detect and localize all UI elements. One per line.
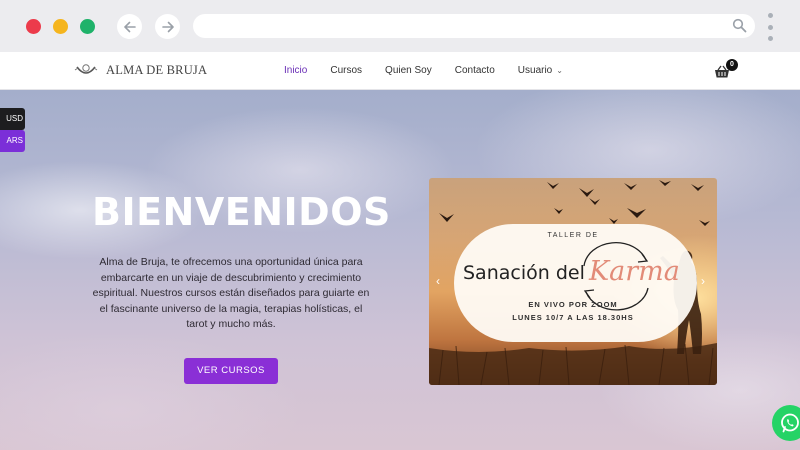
minimize-window-button[interactable] xyxy=(53,19,68,34)
workshop-date: LUNES 10/7 A LAS 18.30HS xyxy=(512,313,634,322)
whatsapp-button[interactable] xyxy=(772,405,800,441)
maximize-window-button[interactable] xyxy=(80,19,95,34)
address-bar[interactable] xyxy=(193,14,755,38)
hero-description: Alma de Bruja, te ofrecemos una oportuni… xyxy=(92,256,370,330)
kebab-menu-icon[interactable] xyxy=(766,13,774,41)
forward-button[interactable] xyxy=(155,14,180,39)
cart-count-badge: 0 xyxy=(726,59,738,71)
browser-chrome xyxy=(0,0,800,52)
promo-slider[interactable]: TALLER DE Sanación del Karma EN VIVO POR… xyxy=(429,178,717,385)
back-button[interactable] xyxy=(117,14,142,39)
back-arrow-icon xyxy=(123,21,136,32)
nav-item-inicio[interactable]: Inicio xyxy=(284,65,307,76)
moon-logo-icon xyxy=(74,64,98,74)
workshop-mode: EN VIVO POR ZOOM xyxy=(528,300,618,309)
currency-ars-button[interactable]: ARS xyxy=(0,130,25,152)
ver-cursos-button[interactable]: VER CURSOS xyxy=(184,358,278,384)
close-window-button[interactable] xyxy=(26,19,41,34)
chevron-down-icon: ⌄ xyxy=(556,66,563,75)
hero-section: USD ARS BIENVENIDOS Alma de Bruja, te of… xyxy=(0,90,800,450)
workshop-title: Sanación del xyxy=(463,262,585,284)
nav-item-cursos[interactable]: Cursos xyxy=(330,65,362,76)
logo-text: ALMA DE BRUJA xyxy=(106,62,208,77)
nav-item-usuario[interactable]: Usuario ⌄ xyxy=(518,65,563,76)
workshop-title-karma: Karma xyxy=(589,256,680,287)
workshop-pretitle: TALLER DE xyxy=(547,232,599,239)
search-icon[interactable] xyxy=(732,18,747,33)
currency-usd-button[interactable]: USD xyxy=(0,108,25,130)
hero-title: BIENVENIDOS xyxy=(92,190,391,234)
forward-arrow-icon xyxy=(161,21,174,32)
slider-prev-arrow[interactable]: ‹ xyxy=(436,274,440,288)
whatsapp-icon xyxy=(781,413,799,433)
main-nav: Inicio Cursos Quien Soy Contacto Usuario… xyxy=(284,65,586,76)
site-logo[interactable]: ALMA DE BRUJA xyxy=(74,61,207,79)
nav-item-usuario-label: Usuario xyxy=(517,65,553,76)
slider-next-arrow[interactable]: › xyxy=(701,274,705,288)
nav-item-contacto[interactable]: Contacto xyxy=(455,65,495,76)
site-header: ALMA DE BRUJA Inicio Cursos Quien Soy Co… xyxy=(0,52,800,90)
cart-button[interactable]: 0 xyxy=(714,59,738,82)
nav-item-quien-soy[interactable]: Quien Soy xyxy=(385,65,432,76)
